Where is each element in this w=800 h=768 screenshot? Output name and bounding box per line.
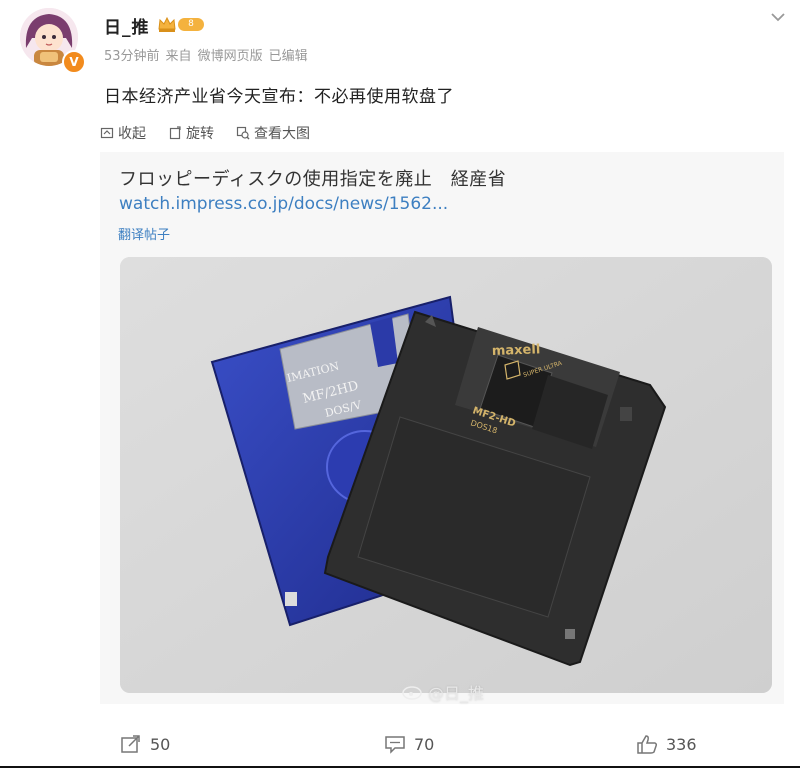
image-watermark: @日_推 [402,680,484,704]
card-title: フロッピーディスクの使用指定を廃止 経産省 [119,169,507,190]
image-actions: 收起 旋转 查看大图 [100,123,310,143]
verified-badge: V [62,50,86,74]
weibo-icon [402,686,422,700]
repost-button[interactable]: 50 [120,734,170,754]
rotate-label: 旋转 [186,126,214,142]
collapse-button[interactable]: 收起 [100,123,146,143]
translate-button[interactable]: 翻译帖子 [118,224,170,243]
chevron-down-icon[interactable] [770,10,786,24]
edited-label[interactable]: 已编辑 [269,49,308,64]
card-link[interactable]: watch.impress.co.jp/docs/news/1562... [119,194,448,214]
source-label: 来自 [165,49,192,64]
view-large-label: 查看大图 [254,126,310,142]
rotate-button[interactable]: 旋转 [168,123,214,143]
zoom-icon [236,126,250,140]
like-count: 336 [666,734,697,754]
rotate-icon [169,126,181,140]
view-large-button[interactable]: 查看大图 [236,123,310,143]
username[interactable]: 日_推 [104,13,150,38]
post-time[interactable]: 53分钟前 [104,49,160,64]
post-source: 微博网页版 [197,49,263,64]
comment-icon [385,736,405,754]
post-image[interactable]: IMATION MF/2HD DOS/V maxell SUPER ULTRA … [120,257,772,693]
watermark-text: @日_推 [428,684,485,703]
collapse-icon [100,127,114,139]
post-text: 日本经济产业省今天宣布：不必再使用软盘了 [104,87,454,107]
comment-button[interactable]: 70 [384,734,434,754]
post-footer: 50 70 336 [0,722,800,768]
level-badge: 8 [178,18,204,31]
disk2-brand-text: maxell [492,342,541,359]
collapse-label: 收起 [118,126,146,142]
crown-icon [158,16,176,32]
repost-icon [121,735,140,753]
repost-count: 50 [150,734,171,754]
post-meta: 53分钟前 来自 微博网页版 已编辑 [104,45,314,64]
comment-count: 70 [414,734,435,754]
like-icon [637,735,658,754]
like-button[interactable]: 336 [636,734,697,754]
